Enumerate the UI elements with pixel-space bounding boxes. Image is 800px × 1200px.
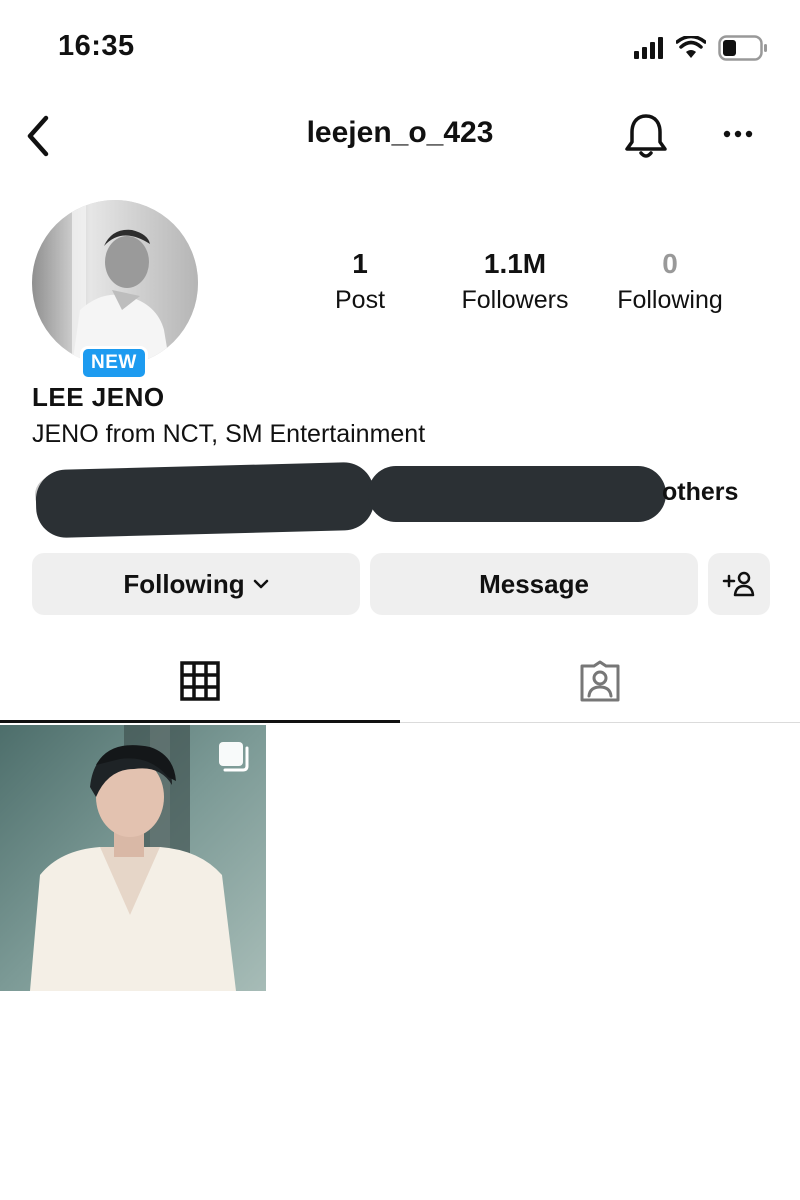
message-button[interactable]: Message bbox=[370, 553, 698, 615]
posts-count: 1 bbox=[352, 248, 368, 279]
following-button-label: Following bbox=[123, 568, 245, 599]
tab-tagged[interactable] bbox=[400, 640, 800, 722]
display-name: LEE JENO bbox=[32, 382, 165, 412]
more-icon bbox=[723, 130, 753, 138]
post-thumbnail[interactable] bbox=[0, 725, 266, 991]
profile-bio: JENO from NCT, SM Entertainment bbox=[32, 420, 426, 448]
redaction-bar bbox=[35, 461, 375, 539]
tagged-icon bbox=[580, 660, 620, 702]
message-button-label: Message bbox=[479, 568, 589, 599]
cellular-signal-icon bbox=[634, 37, 663, 59]
following-count: 0 bbox=[662, 248, 678, 279]
active-tab-indicator bbox=[0, 720, 400, 723]
followers-stat[interactable]: 1.1M Followers bbox=[440, 246, 590, 318]
following-button[interactable]: Following bbox=[32, 553, 360, 615]
status-time: 16:35 bbox=[58, 30, 135, 62]
following-stat[interactable]: 0 Following bbox=[600, 246, 740, 318]
suggest-users-button[interactable] bbox=[708, 553, 770, 615]
notifications-button[interactable] bbox=[622, 110, 670, 162]
tab-posts-grid[interactable] bbox=[0, 640, 400, 722]
followers-label: Followers bbox=[461, 286, 569, 314]
redaction-bar bbox=[368, 466, 666, 522]
followed-by-others[interactable]: others bbox=[662, 478, 738, 507]
add-person-icon bbox=[722, 571, 755, 597]
posts-stat[interactable]: 1 Post bbox=[310, 246, 410, 318]
avatar-image bbox=[32, 200, 198, 366]
profile-avatar[interactable] bbox=[32, 200, 198, 366]
more-options-button[interactable] bbox=[715, 118, 761, 150]
bell-icon bbox=[625, 114, 667, 158]
multiple-photos-icon bbox=[219, 742, 249, 772]
followers-count: 1.1M bbox=[483, 248, 547, 279]
battery-icon bbox=[718, 35, 767, 61]
wifi-icon bbox=[676, 36, 706, 58]
posts-label: Post bbox=[334, 286, 386, 314]
chevron-down-icon bbox=[253, 579, 268, 589]
grid-icon bbox=[180, 661, 220, 701]
following-label: Following bbox=[617, 286, 723, 314]
profile-username: leejen_o_423 bbox=[306, 116, 494, 149]
new-badge: NEW bbox=[80, 346, 148, 380]
status-icons bbox=[634, 32, 768, 64]
